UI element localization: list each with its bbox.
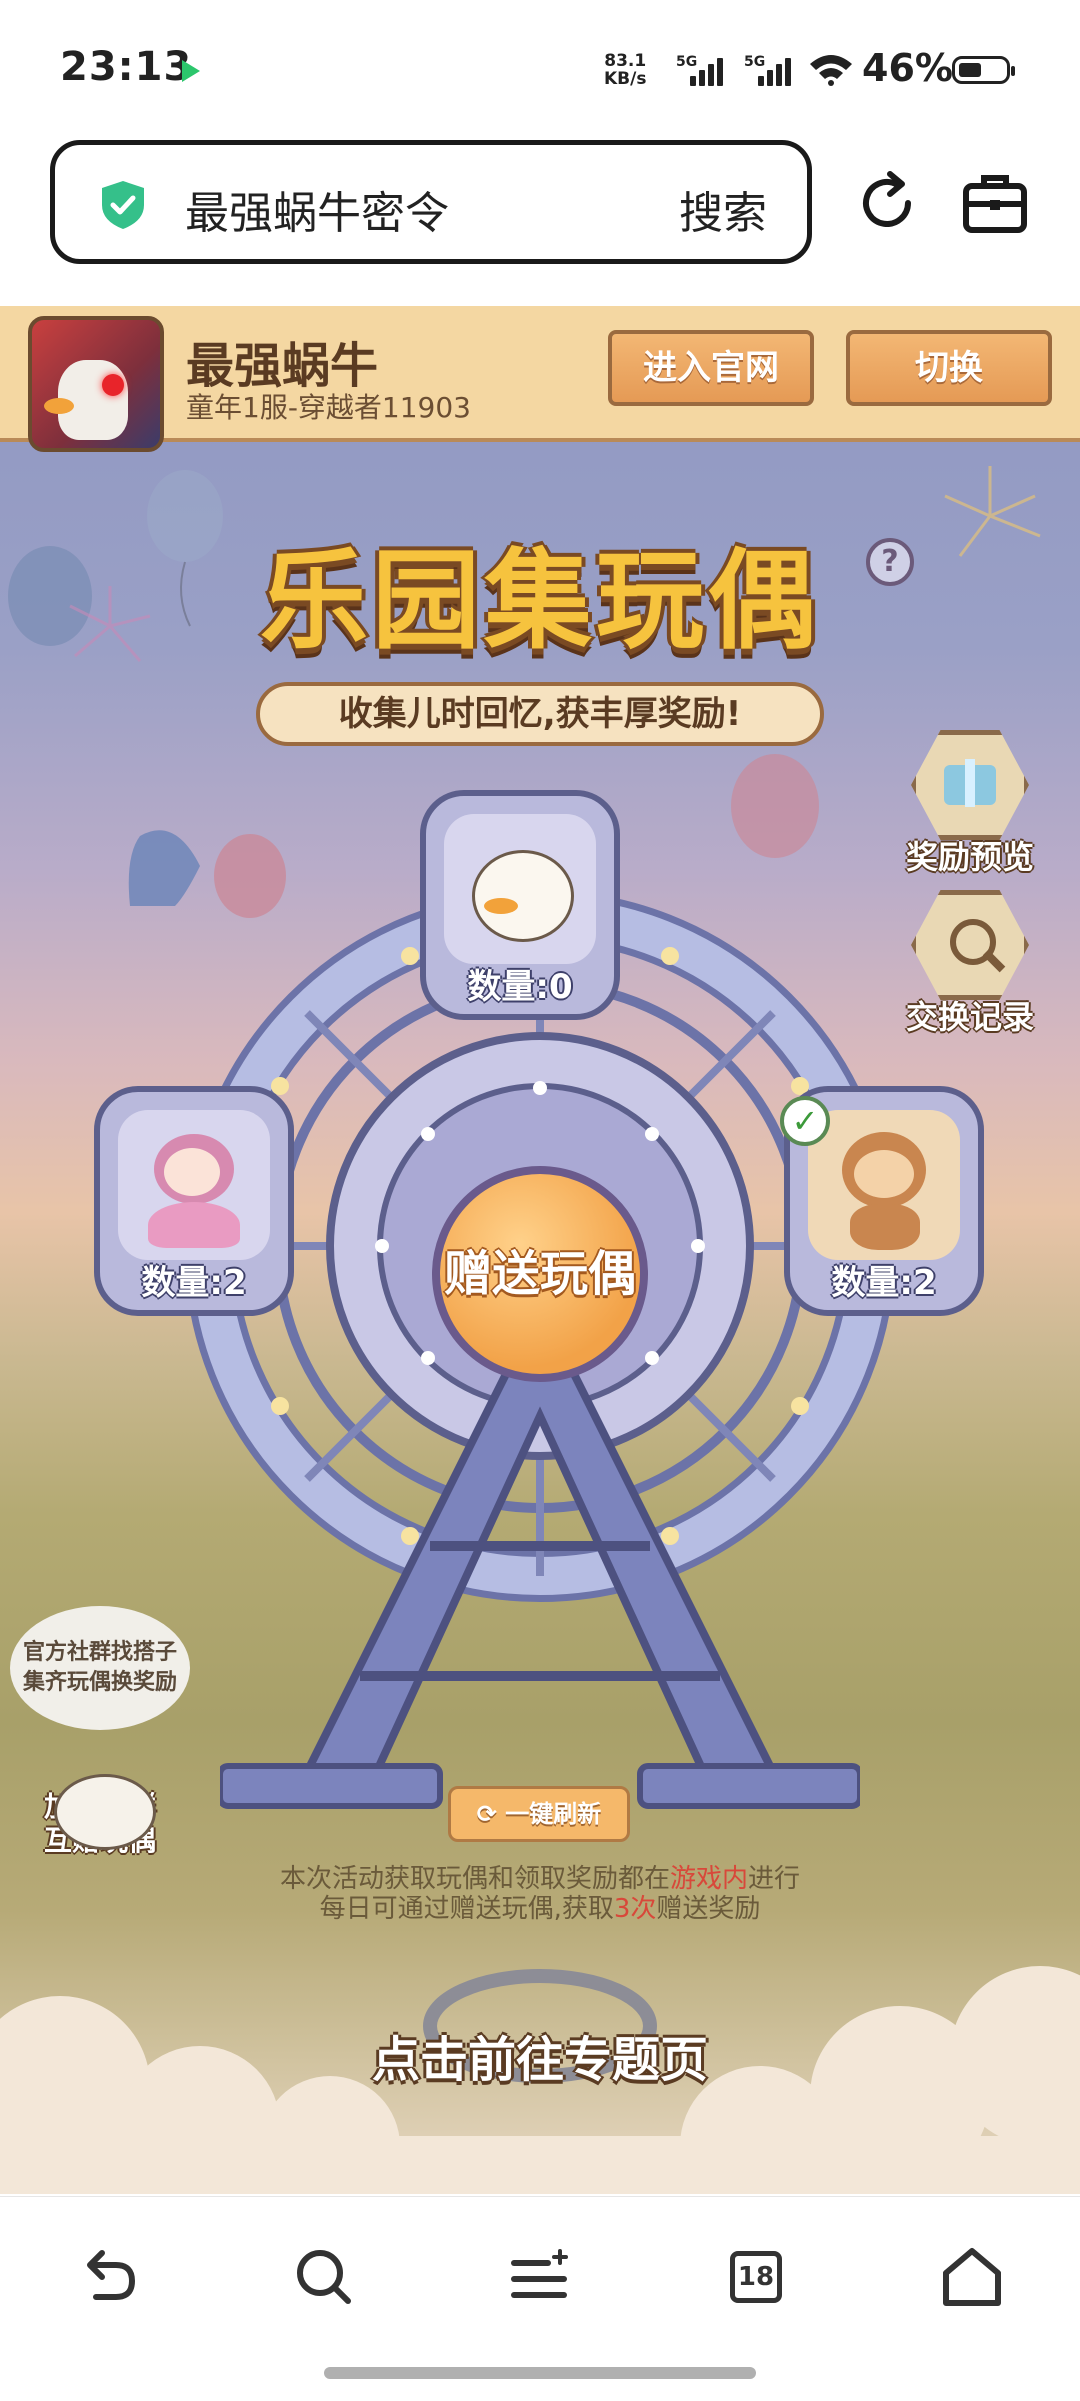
join-community-button[interactable]: 官方社群找搭子 集齐玩偶换奖励 加入社群 互赠玩偶 <box>10 1606 190 1858</box>
event-note-2: 每日可通过赠送玩偶,获取3次赠送奖励 <box>319 1894 761 1924</box>
duck-mascot-icon <box>54 1774 156 1850</box>
official-site-button[interactable]: 进入官网 <box>608 330 814 406</box>
bottom-nav: 18 <box>0 2196 1080 2401</box>
duck-doll-icon <box>444 814 596 964</box>
signal-icon: 5G <box>744 54 792 86</box>
community-bubble: 官方社群找搭子 集齐玩偶换奖励 <box>10 1606 190 1730</box>
doll-cabin-girl[interactable]: 数量:2 <box>94 1086 294 1316</box>
gift-box-icon <box>911 730 1029 840</box>
game-server: 童年1服-穿越者11903 <box>186 391 471 424</box>
topic-page-button[interactable]: 点击前往专题页 <box>0 2020 1080 2090</box>
refresh-icon: ⟳ <box>476 1800 497 1828</box>
refresh-icon[interactable] <box>852 168 922 238</box>
event-page: 最强蜗牛 童年1服-穿越者11903 进入官网 切换 乐园集玩偶 ? 收集儿时回… <box>0 306 1080 2194</box>
menu-icon[interactable] <box>504 2241 576 2313</box>
refresh-all-button[interactable]: ⟳ 一键刷新 <box>448 1786 630 1842</box>
magnifier-icon <box>911 890 1029 1000</box>
search-icon[interactable] <box>288 2241 360 2313</box>
doll-cabin-duck[interactable]: 数量:0 <box>420 790 620 1020</box>
tabs-icon[interactable]: 18 <box>720 2241 792 2313</box>
signal-icon: 5G <box>676 54 724 86</box>
search-input[interactable]: 最强蜗牛密令 <box>185 177 449 241</box>
game-header: 最强蜗牛 童年1服-穿越者11903 进入官网 切换 <box>0 306 1080 452</box>
girl-doll-icon <box>118 1110 270 1260</box>
ferris-wheel-stand <box>220 1346 860 1809</box>
search-bar[interactable]: 最强蜗牛密令 搜索 <box>50 140 812 264</box>
battery-icon <box>952 56 1015 84</box>
reward-preview-button[interactable]: 奖励预览 <box>902 730 1038 878</box>
collected-check-icon: ✓ <box>780 1096 830 1146</box>
event-title: 乐园集玩偶 <box>259 539 820 664</box>
game-avatar <box>28 316 164 452</box>
toolbox-icon[interactable] <box>960 168 1030 238</box>
exchange-record-button[interactable]: 交换记录 <box>902 890 1038 1038</box>
switch-button[interactable]: 切换 <box>846 330 1052 406</box>
status-bar: 23:13 83.1 KB/s 5G 5G 46% <box>0 0 1080 140</box>
send-doll-button[interactable]: 赠送玩偶 <box>432 1166 648 1382</box>
back-icon[interactable] <box>72 2241 144 2313</box>
monkey-doll-icon <box>808 1110 960 1260</box>
network-speed: 83.1 KB/s <box>604 51 647 89</box>
home-indicator[interactable] <box>324 2367 756 2379</box>
event-subtitle: 收集儿时回忆,获丰厚奖励! <box>256 682 824 746</box>
battery-percent: 46% <box>862 46 953 90</box>
help-icon[interactable]: ? <box>866 538 914 586</box>
search-button[interactable]: 搜索 <box>679 177 767 241</box>
home-icon[interactable] <box>936 2241 1008 2313</box>
play-icon <box>182 60 200 82</box>
wifi-icon <box>810 55 852 86</box>
shield-check-icon <box>102 181 144 229</box>
clock: 23:13 <box>60 44 193 90</box>
